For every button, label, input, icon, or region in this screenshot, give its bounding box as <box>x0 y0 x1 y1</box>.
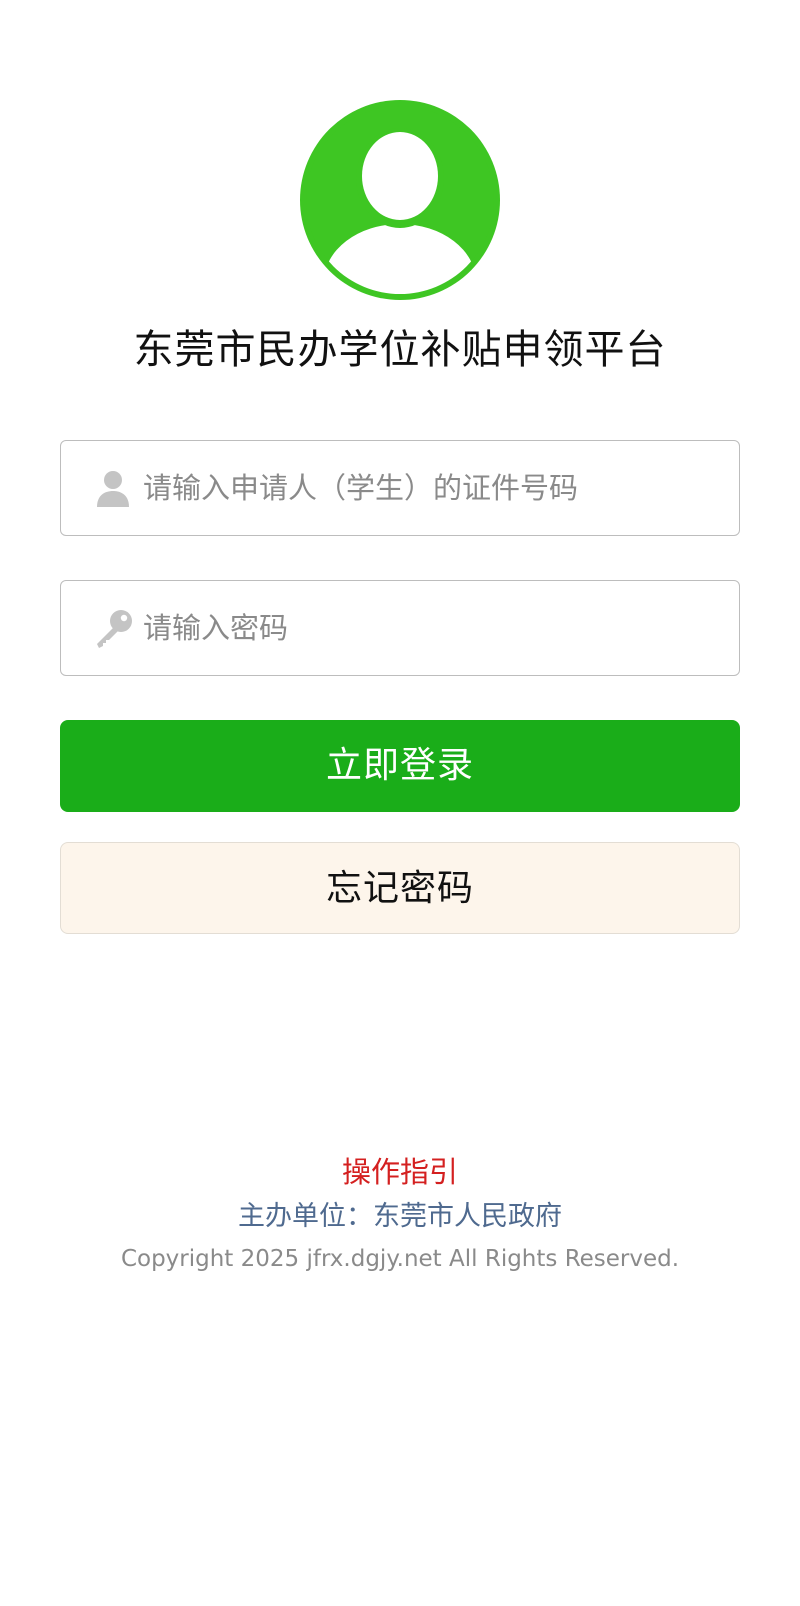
password-input[interactable] <box>143 581 723 674</box>
user-avatar-icon <box>300 100 500 300</box>
copyright-text: Copyright 2025 jfrx.dgjy.net All Rights … <box>120 1246 680 1272</box>
login-button[interactable]: 立即登录 <box>60 720 740 812</box>
key-icon <box>91 607 135 651</box>
host-organization: 主办单位：东莞市人民政府 <box>238 1201 562 1232</box>
id-number-input[interactable] <box>143 441 723 534</box>
operation-guide-link[interactable]: 操作指引 <box>0 1152 800 1192</box>
forgot-password-button[interactable]: 忘记密码 <box>60 842 740 934</box>
user-icon <box>91 467 135 511</box>
id-number-field[interactable] <box>60 440 740 536</box>
password-field[interactable] <box>60 580 740 676</box>
page-title: 东莞市民办学位补贴申领平台 <box>133 327 667 373</box>
